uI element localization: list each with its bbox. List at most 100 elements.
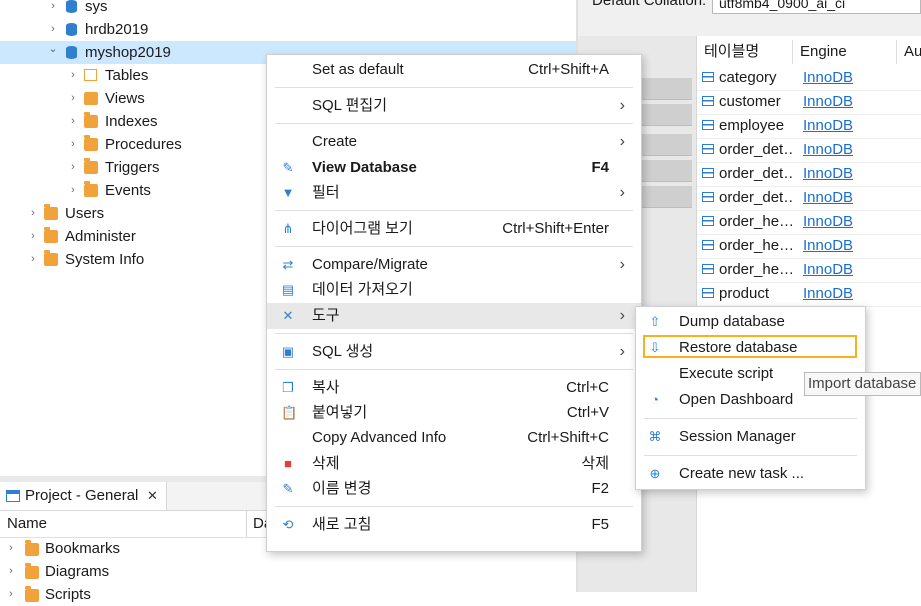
- menu-item-label: 복사: [312, 379, 340, 396]
- table-name: employee: [719, 117, 785, 134]
- submenu-item-create-new-task[interactable]: ⊕ Create new task ...: [636, 461, 865, 487]
- engine-link[interactable]: InnoDB: [803, 66, 853, 90]
- tooltip: Import database: [804, 372, 921, 396]
- menu-item-label: 붙여넣기: [312, 404, 368, 422]
- diagram-icon: ⋔: [282, 221, 294, 236]
- chevron-right-icon[interactable]: ›: [68, 156, 78, 179]
- close-icon[interactable]: ✕: [147, 482, 158, 510]
- table-icon: [702, 168, 714, 178]
- table-row[interactable]: category InnoDB: [697, 66, 921, 91]
- menu-item-label: View Database: [312, 158, 417, 176]
- chevron-right-icon[interactable]: ›: [48, 0, 58, 18]
- submenu-item-dump-database[interactable]: ⇧ Dump database: [636, 309, 865, 335]
- table-icon: [702, 264, 714, 274]
- task-icon: ⊕: [649, 466, 661, 481]
- table-row[interactable]: employee InnoDB: [697, 114, 921, 139]
- chevron-right-icon[interactable]: ›: [68, 87, 78, 110]
- column-header-1[interactable]: Engine: [793, 40, 897, 64]
- table-row[interactable]: order_det… InnoDB: [697, 138, 921, 163]
- engine-link[interactable]: InnoDB: [803, 258, 853, 282]
- chevron-right-icon[interactable]: ›: [28, 248, 38, 271]
- tree-item-hrdb2019[interactable]: › hrdb2019: [0, 18, 576, 41]
- menu-item-shortcut: Ctrl+Shift+A: [528, 61, 609, 78]
- submenu-item-session-manager[interactable]: ⌘ Session Manager: [636, 424, 865, 450]
- tab-project-general[interactable]: Project - General ✕: [0, 482, 167, 510]
- chevron-right-icon[interactable]: ›: [68, 133, 78, 156]
- menu-item-item-19[interactable]: ■ 삭제 삭제: [267, 451, 641, 477]
- menu-item-item-6[interactable]: ▼ 필터 ›: [267, 180, 641, 206]
- chevron-right-icon[interactable]: ›: [6, 537, 16, 560]
- engine-link[interactable]: InnoDB: [803, 186, 853, 210]
- menu-separator: [275, 87, 633, 89]
- menu-item-item-22[interactable]: ⟲ 새로 고침 F5: [267, 512, 641, 538]
- menu-item-sql[interactable]: SQL 편집기 ›: [267, 93, 641, 119]
- chevron-right-icon[interactable]: ›: [28, 225, 38, 248]
- table-row[interactable]: order_det… InnoDB: [697, 186, 921, 211]
- chevron-right-icon[interactable]: ›: [68, 110, 78, 133]
- menu-item-copy-advanced-info[interactable]: Copy Advanced Info Ctrl+Shift+C: [267, 425, 641, 451]
- table-row[interactable]: product InnoDB: [697, 282, 921, 307]
- engine-link[interactable]: InnoDB: [803, 210, 853, 234]
- menu-separator: [644, 418, 857, 419]
- column-header-2[interactable]: Au: [897, 40, 921, 64]
- menu-item-compare-migrate[interactable]: ⇄ Compare/Migrate ›: [267, 252, 641, 278]
- menu-separator: [644, 455, 857, 456]
- chevron-right-icon[interactable]: ›: [68, 179, 78, 202]
- column-header-0[interactable]: 테이블명: [697, 40, 793, 64]
- menu-item-item-17[interactable]: 📋 붙여넣기 Ctrl+V: [267, 400, 641, 426]
- engine-link[interactable]: InnoDB: [803, 114, 853, 138]
- chevron-right-icon[interactable]: ›: [28, 202, 38, 225]
- table-name: order_det…: [719, 141, 793, 158]
- engine-link[interactable]: InnoDB: [803, 162, 853, 186]
- collation-field[interactable]: utf8mb4_0900_ai_ci: [712, 0, 921, 14]
- menu-item-item-11[interactable]: ▤ 데이터 가져오기: [267, 277, 641, 303]
- tree-item-label: hrdb2019: [85, 21, 149, 38]
- table-name: order_he…: [719, 213, 793, 230]
- chevron-right-icon[interactable]: ›: [6, 560, 16, 583]
- tree-item-label: Tables: [105, 67, 149, 84]
- engine-link[interactable]: InnoDB: [803, 234, 853, 258]
- chevron-down-icon[interactable]: ⌄: [48, 38, 58, 61]
- menu-item-label: Copy Advanced Info: [312, 429, 447, 447]
- menu-separator: [275, 210, 633, 211]
- folder-icon: [25, 586, 39, 602]
- folder-icon: [84, 181, 98, 197]
- tree-item-sys[interactable]: › sys: [0, 0, 576, 18]
- column-divider: [246, 511, 247, 537]
- folder-icon: [25, 563, 39, 579]
- menu-item-label: SQL 생성: [312, 342, 374, 360]
- database-icon: [66, 23, 77, 36]
- menu-item-shortcut: F2: [591, 479, 609, 497]
- table-row[interactable]: customer InnoDB: [697, 90, 921, 115]
- chevron-right-icon[interactable]: ›: [6, 583, 16, 606]
- menu-item-label: 다이어그램 보기: [312, 220, 413, 237]
- tree-item-label: Views: [105, 90, 145, 107]
- table-row[interactable]: order_he… InnoDB: [697, 210, 921, 235]
- chevron-right-icon: ›: [619, 183, 625, 201]
- engine-link[interactable]: InnoDB: [803, 90, 853, 114]
- menu-item-sql[interactable]: ▣ SQL 생성 ›: [267, 339, 641, 365]
- menu-item-view-database[interactable]: ✎ View Database F4: [267, 155, 641, 181]
- info-folder-icon: [44, 250, 58, 266]
- menu-item-label: Compare/Migrate: [312, 256, 428, 274]
- import-icon: ▤: [281, 282, 295, 298]
- menu-item-item-12[interactable]: ✕ 도구 ›: [267, 302, 641, 329]
- table-row[interactable]: order_det… InnoDB: [697, 162, 921, 187]
- table-row[interactable]: order_he… InnoDB: [697, 258, 921, 283]
- menu-item-item-8[interactable]: ⋔ 다이어그램 보기 Ctrl+Shift+Enter: [267, 216, 641, 242]
- tables-icon: [84, 69, 97, 81]
- column-name-header[interactable]: Name: [7, 511, 47, 537]
- menu-item-shortcut: Ctrl+C: [566, 379, 609, 396]
- engine-link[interactable]: InnoDB: [803, 138, 853, 162]
- chevron-right-icon[interactable]: ›: [68, 64, 78, 87]
- project-item-label: Scripts: [45, 586, 91, 603]
- tree-item-label: myshop2019: [85, 44, 171, 61]
- folder-icon: [84, 158, 98, 174]
- menu-item-create[interactable]: Create ›: [267, 129, 641, 155]
- menu-item-item-20[interactable]: ✎ 이름 변경 F2: [267, 476, 641, 502]
- menu-item-label: 필터: [312, 183, 340, 201]
- table-row[interactable]: order_he… InnoDB: [697, 234, 921, 259]
- menu-item-set-as-default[interactable]: Set as default Ctrl+Shift+A: [267, 57, 641, 83]
- menu-item-item-16[interactable]: ❐ 복사 Ctrl+C: [267, 375, 641, 401]
- engine-link[interactable]: InnoDB: [803, 282, 853, 306]
